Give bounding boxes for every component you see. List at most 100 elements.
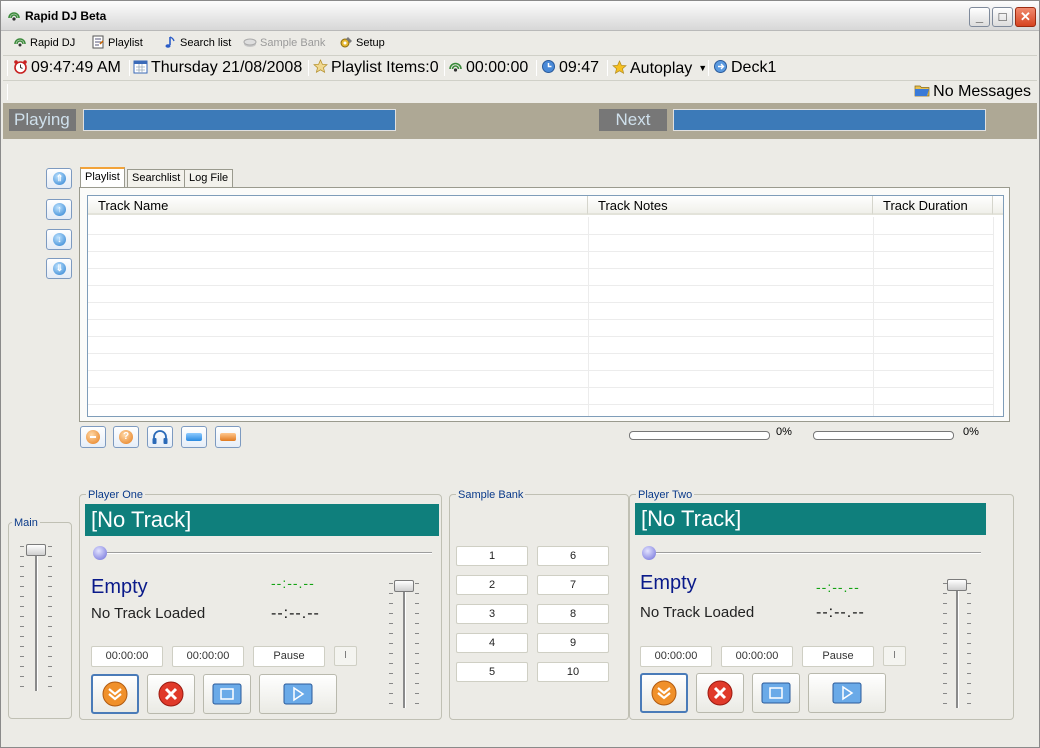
x-circle-icon	[158, 681, 184, 707]
table-row-line	[88, 234, 994, 235]
broadcast-icon	[449, 62, 462, 72]
player-one-play-button[interactable]	[259, 674, 337, 714]
minus-circle-icon	[86, 430, 100, 444]
sample-button-9[interactable]: 9	[537, 633, 609, 653]
tab-log-file[interactable]: Log File	[184, 169, 234, 188]
player-one-cue-button[interactable]	[91, 674, 139, 714]
help-button[interactable]: ?	[113, 426, 139, 448]
square-icon	[761, 682, 791, 704]
menu-search-list-label: Search list	[180, 37, 232, 49]
player-two-label: Player Two	[636, 489, 695, 501]
menu-sample-bank[interactable]: Sample Bank	[243, 35, 325, 51]
sample-button-3[interactable]: 3	[456, 604, 528, 624]
progress-left-percent: 0%	[776, 426, 792, 438]
menu-setup[interactable]: Setup	[339, 35, 385, 51]
column-header-track-duration[interactable]: Track Duration	[873, 196, 993, 215]
player-two-play-button[interactable]	[808, 673, 886, 713]
rapid-dj-icon	[14, 38, 26, 47]
playlist-items-text: Playlist Items:0	[331, 59, 439, 76]
sample-button-10[interactable]: 10	[537, 662, 609, 682]
table-column-line	[588, 217, 589, 416]
sample-button-5[interactable]: 5	[456, 662, 528, 682]
arrow-bottom-icon: ⇓	[53, 262, 66, 275]
messages-indicator[interactable]: No Messages	[914, 82, 1031, 102]
arrow-down-icon: ↓	[53, 233, 66, 246]
player-two-position-field[interactable]: 00:00:00	[640, 646, 712, 667]
chevron-down-icon: ▼	[698, 63, 708, 73]
playlist-panel: Track Name Track Notes Track Duration	[79, 187, 1010, 422]
menu-search-list[interactable]: Search list	[163, 35, 231, 51]
arrow-up-icon: ↑	[53, 203, 66, 216]
player-one-volume-ticks	[389, 583, 393, 705]
player-two-cue-button[interactable]	[640, 673, 688, 713]
player-two-fade-button[interactable]	[752, 673, 800, 713]
player-two-small-button[interactable]: I	[883, 646, 906, 666]
player-two-volume-slider[interactable]	[947, 579, 967, 591]
headphones-button[interactable]	[147, 426, 173, 448]
sample-button-1[interactable]: 1	[456, 546, 528, 566]
rapid-dj-icon	[8, 12, 20, 21]
table-row-line	[88, 404, 994, 405]
player-two-stop-button[interactable]	[696, 673, 744, 713]
player-two-volume-ticks	[943, 583, 947, 705]
table-row-line	[88, 370, 994, 371]
player-one-fade-button[interactable]	[203, 674, 251, 714]
autoplay-dropdown[interactable]: Autoplay ▼	[612, 58, 707, 78]
move-down-button[interactable]: ↓	[46, 229, 72, 250]
menu-rapid-dj[interactable]: Rapid DJ	[13, 35, 75, 51]
blue-bar-button[interactable]	[181, 426, 207, 448]
minimize-button[interactable]: _	[969, 7, 990, 27]
table-row-line	[88, 268, 994, 269]
player-one-seek-slider[interactable]	[93, 546, 107, 560]
player-one-seek-track	[93, 552, 432, 554]
column-header-track-notes[interactable]: Track Notes	[588, 196, 873, 215]
move-bottom-button[interactable]: ⇓	[46, 258, 72, 279]
player-one-duration-field[interactable]: 00:00:00	[172, 646, 244, 667]
player-two-volume-ticks	[967, 583, 971, 705]
player-one-volume-slider[interactable]	[394, 580, 414, 592]
status-separator	[444, 60, 445, 76]
arrow-top-icon: ⇑	[53, 172, 66, 185]
alarm-clock-icon	[14, 60, 27, 74]
sample-button-8[interactable]: 8	[537, 604, 609, 624]
playing-field	[83, 109, 396, 131]
maximize-icon: □	[998, 9, 1007, 24]
orange-bar-button[interactable]	[215, 426, 241, 448]
player-two-time-total: --:--.--	[816, 604, 865, 621]
maximize-button[interactable]: □	[992, 7, 1013, 27]
move-top-button[interactable]: ⇑	[46, 168, 72, 189]
sample-button-7[interactable]: 7	[537, 575, 609, 595]
player-one-small-button[interactable]: I	[334, 646, 357, 666]
sample-button-4[interactable]: 4	[456, 633, 528, 653]
playlist-grid[interactable]: Track Name Track Notes Track Duration	[87, 195, 1004, 417]
main-volume-slider[interactable]	[26, 544, 46, 556]
remove-track-button[interactable]	[80, 426, 106, 448]
player-two-time-remaining: --:--.--	[816, 579, 860, 595]
column-header-track-name[interactable]: Track Name	[88, 196, 588, 215]
player-two-seek-slider[interactable]	[642, 546, 656, 560]
menu-bar: Rapid DJ Playlist Search list Sample Ban…	[3, 32, 1037, 54]
move-up-button[interactable]: ↑	[46, 199, 72, 220]
sample-button-2[interactable]: 2	[456, 575, 528, 595]
end-time-text: 09:47	[559, 59, 600, 76]
now-playing-bar: Playing Next	[3, 103, 1037, 139]
player-one-position-field[interactable]: 00:00:00	[91, 646, 163, 667]
status-date: Thursday 21/08/2008	[133, 58, 302, 78]
double-chevron-down-icon	[102, 681, 128, 707]
player-one-pause-button[interactable]: Pause	[253, 646, 325, 667]
menu-playlist[interactable]: Playlist	[91, 35, 143, 51]
player-two-duration-field[interactable]: 00:00:00	[721, 646, 793, 667]
calendar-icon	[133, 60, 148, 74]
deck-selector[interactable]: Deck1	[713, 58, 776, 78]
tab-playlist[interactable]: Playlist	[80, 167, 125, 188]
player-two-pause-button[interactable]: Pause	[802, 646, 874, 667]
close-button[interactable]: ✕	[1015, 7, 1036, 27]
sample-bank-label: Sample Bank	[456, 489, 526, 501]
menu-rapid-dj-label: Rapid DJ	[30, 37, 76, 49]
double-chevron-down-icon	[651, 680, 677, 706]
tab-searchlist[interactable]: Searchlist	[127, 169, 186, 188]
player-one-volume-track	[403, 584, 406, 708]
sample-button-6[interactable]: 6	[537, 546, 609, 566]
player-one-stop-button[interactable]	[147, 674, 195, 714]
menu-sample-bank-label: Sample Bank	[260, 37, 326, 49]
